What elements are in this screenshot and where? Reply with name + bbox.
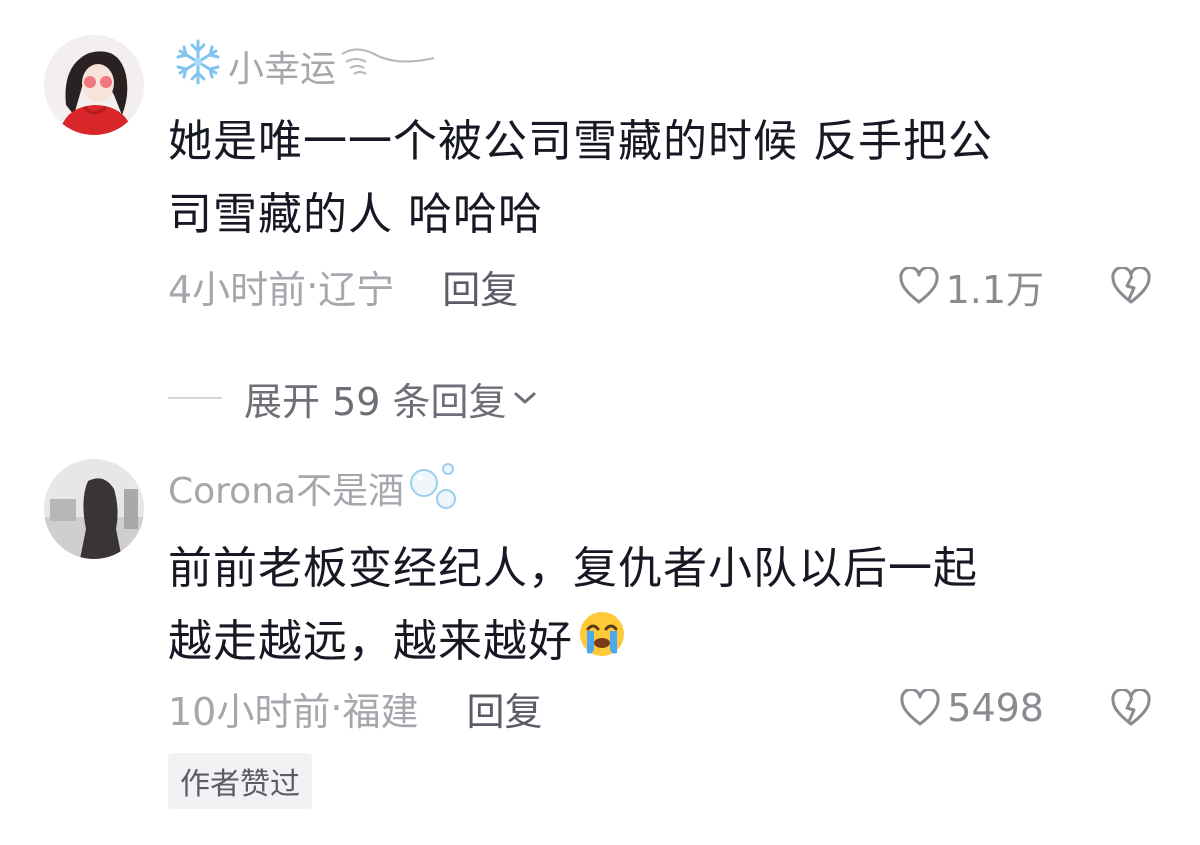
snowflake-icon	[170, 37, 226, 96]
chevron-down-icon	[514, 392, 536, 404]
meta-separator: ·	[330, 686, 343, 730]
username-text: 小幸运	[228, 49, 337, 90]
comment-line: 越走越远，越来越好	[168, 605, 1158, 681]
expand-replies-button[interactable]: 展开 59 条回复	[168, 370, 537, 426]
reply-button[interactable]: 回复	[442, 259, 518, 314]
avatar[interactable]	[44, 35, 144, 135]
comment-line: 前前老板变经纪人，复仇者小队以后一起	[168, 543, 978, 594]
comment-content: 前前老板变经纪人，复仇者小队以后一起 越走越远，越来越好	[168, 532, 1158, 681]
comment-line: 司雪藏的人 哈哈哈	[168, 189, 543, 240]
dislike-button[interactable]	[1110, 267, 1152, 305]
comment-content: 她是唯一一个被公司雪藏的时候 反手把公 司雪藏的人 哈哈哈	[168, 105, 1158, 251]
username[interactable]: 小幸运	[168, 39, 440, 92]
expand-replies-label: 展开 59 条回复	[244, 379, 507, 424]
comment-line-text: 越走越远，越来越好	[168, 616, 573, 667]
comment-time: 10小时前	[168, 689, 331, 734]
like-button[interactable]: 1.1万	[898, 259, 1044, 314]
heart-icon	[900, 689, 940, 726]
comment-item: 小幸运 她是唯一一个被公司雪藏的时候 反手把公 司雪藏的人 哈哈哈 4小时前 ·…	[0, 0, 1200, 424]
reply-button[interactable]: 回复	[466, 681, 542, 736]
heart-icon	[898, 267, 939, 304]
like-button[interactable]: 5498	[899, 686, 1044, 730]
username[interactable]: Corona不是酒	[168, 462, 466, 514]
comment-location: 辽宁	[318, 267, 395, 312]
comment-location: 福建	[342, 689, 419, 734]
comment-line: 她是唯一一个被公司雪藏的时候 反手把公	[168, 116, 993, 167]
username-text: Corona不是酒	[168, 471, 405, 512]
comment-time: 4小时前	[168, 267, 307, 312]
divider	[168, 397, 222, 399]
like-count: 5498	[947, 686, 1044, 730]
avatar[interactable]	[44, 459, 144, 559]
meta-separator: ·	[306, 264, 319, 308]
like-count: 1.1万	[945, 267, 1044, 312]
comment-meta: 10小时前 · 福建 回复 5498	[168, 680, 1152, 736]
author-liked-badge: 作者赞过	[168, 753, 312, 809]
comment-meta: 4小时前 · 辽宁 回复 1.1万	[168, 258, 1152, 314]
bubbles-icon	[406, 457, 464, 520]
crying-face-emoji	[577, 608, 627, 681]
wind-swirl-icon	[338, 44, 438, 89]
dislike-button[interactable]	[1110, 689, 1152, 727]
broken-heart-icon	[1111, 267, 1151, 304]
broken-heart-icon	[1111, 689, 1151, 726]
comment-item: Corona不是酒 前前老板变经纪人，复仇者小队以后一起 越走越远，越来越好 1…	[0, 440, 1200, 845]
